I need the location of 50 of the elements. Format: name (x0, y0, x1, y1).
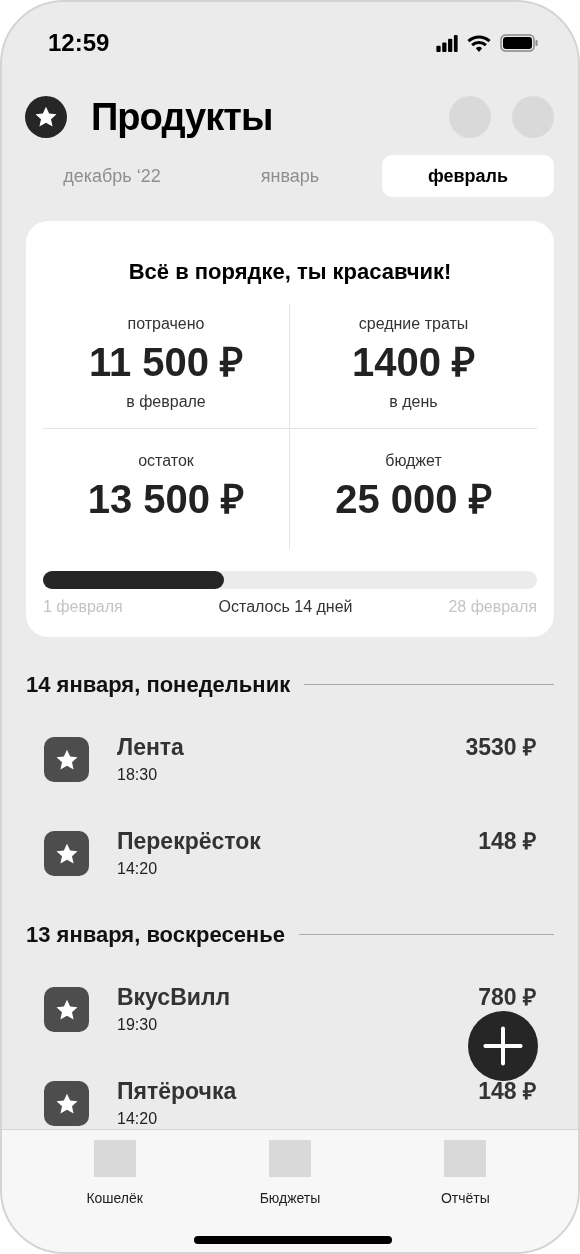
plus-icon (483, 1026, 523, 1066)
stat-value: 13 500 ₽ (87, 476, 245, 523)
days-remaining: Осталось 14 дней (218, 597, 353, 617)
transaction-row[interactable]: Пятёрочка 14:20 148 ₽ (2, 1077, 578, 1129)
store-icon (44, 1081, 89, 1126)
status-time: 12:59 (48, 28, 110, 58)
store-name: Перекрёсток (117, 827, 261, 855)
tab-bar-item[interactable]: Бюджеты (202, 1130, 378, 1252)
tab-icon (444, 1140, 487, 1177)
stat-label: бюджет (385, 451, 442, 471)
tab-icon (93, 1140, 136, 1177)
transaction-time: 19:30 (117, 1015, 159, 1035)
day-heading: 13 января, воскресенье (26, 920, 285, 949)
transaction-row[interactable]: ВкусВилл 19:30 780 ₽ (2, 983, 578, 1043)
battery-icon (500, 34, 538, 52)
store-icon (44, 737, 89, 782)
status-message: Всё в порядке, ты красавчик! (127, 258, 453, 286)
stat-value: 25 000 ₽ (335, 476, 492, 523)
stat-value: 1400 ₽ (351, 339, 476, 386)
transaction-time: 18:30 (117, 765, 159, 785)
stat-note: в феврале (126, 392, 206, 412)
stat-note: в день (389, 392, 438, 412)
tab-icon (269, 1140, 311, 1177)
store-icon (44, 987, 89, 1032)
transaction-time: 14:20 (117, 1109, 159, 1129)
store-icon (44, 831, 89, 876)
transaction-amount: 3530 ₽ (465, 737, 536, 762)
store-name: Лента (117, 733, 184, 761)
start-date: 1 февраля (43, 597, 123, 617)
transaction-row[interactable]: Лента 18:30 3530 ₽ (2, 733, 578, 793)
transaction-amount: 780 ₽ (478, 987, 536, 1012)
month-tab[interactable]: февраль (382, 155, 554, 197)
end-date: 28 февраля (448, 597, 537, 617)
category-icon (25, 96, 67, 138)
store-name: ВкусВилл (117, 983, 231, 1011)
transaction-amount: 148 ₽ (478, 1081, 536, 1106)
stat-label: потрачено (127, 314, 205, 334)
wifi-icon (466, 33, 492, 53)
store-name: Пятёрочка (117, 1077, 237, 1105)
tab-bar-item[interactable]: Кошелёк (27, 1130, 203, 1252)
stat-value: 11 500 ₽ (88, 339, 244, 386)
signal-icon (436, 34, 458, 52)
transaction-amount: 148 ₽ (478, 831, 536, 856)
transaction-time: 14:20 (117, 859, 159, 879)
stat-label: средние траты (358, 314, 469, 334)
day-heading: 14 января, понедельник (26, 670, 291, 699)
stat-label: остаток (138, 451, 194, 471)
transaction-row[interactable]: Перекрёсток 14:20 148 ₽ (2, 827, 578, 887)
page-title: Продукты (91, 94, 273, 140)
tab-bar-item[interactable]: Отчёты (377, 1130, 553, 1252)
